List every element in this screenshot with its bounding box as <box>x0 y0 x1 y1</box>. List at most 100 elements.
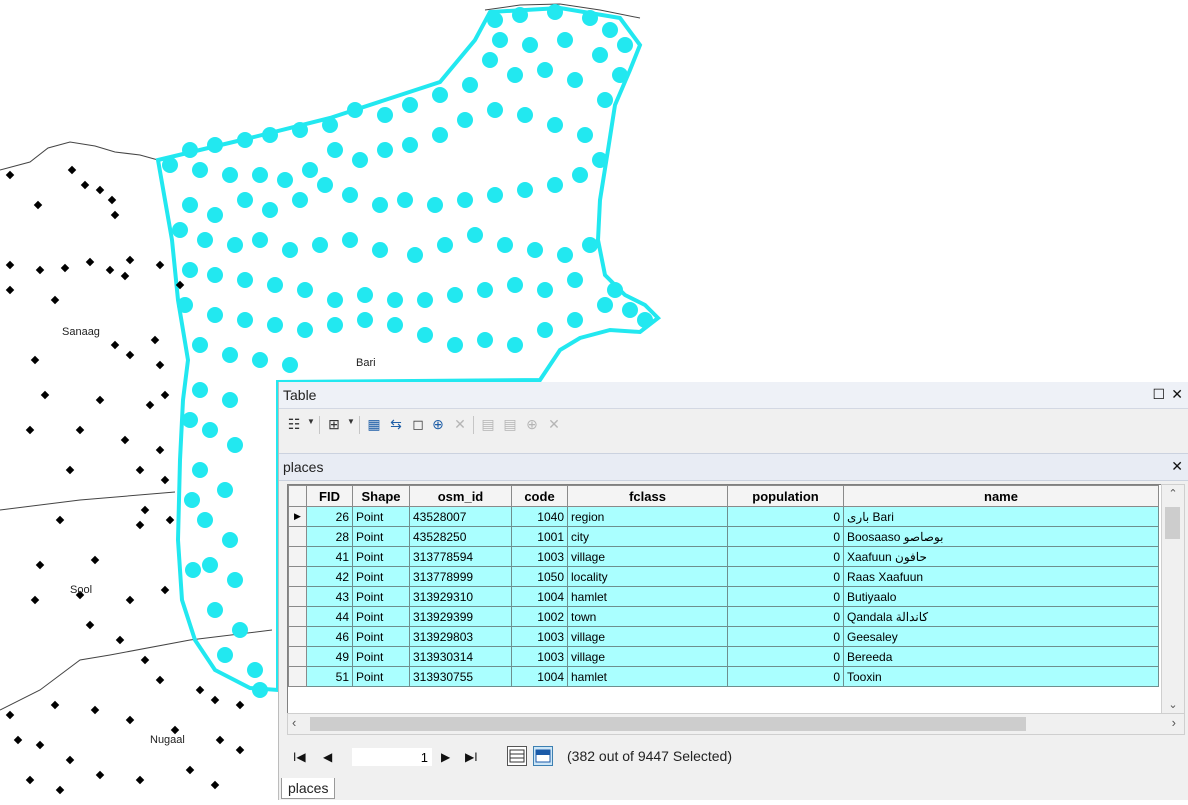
cell-fid[interactable]: 49 <box>306 646 353 667</box>
cell-population[interactable]: 0 <box>727 546 844 567</box>
selected-point[interactable] <box>397 192 413 208</box>
selected-point[interactable] <box>327 317 343 333</box>
place-point[interactable] <box>5 285 15 295</box>
table-titlebar[interactable]: Table ☐ ✕ <box>279 382 1188 409</box>
place-point[interactable] <box>30 355 40 365</box>
selected-point[interactable] <box>342 232 358 248</box>
clear-selection-icon[interactable]: ◻ <box>409 415 427 433</box>
selected-point[interactable] <box>512 7 528 23</box>
selected-point[interactable] <box>322 117 338 133</box>
selected-point[interactable] <box>292 192 308 208</box>
selected-point[interactable] <box>457 112 473 128</box>
close-icon[interactable]: ✕ <box>1171 386 1183 403</box>
selected-point[interactable] <box>477 332 493 348</box>
cell-shape[interactable]: Point <box>352 606 410 627</box>
cell-fclass[interactable]: village <box>567 626 728 647</box>
cell-code[interactable]: 1003 <box>511 646 568 667</box>
selected-point[interactable] <box>182 262 198 278</box>
cell-name[interactable]: Xaafuun حافون <box>843 546 1159 567</box>
selected-point[interactable] <box>237 192 253 208</box>
selected-point[interactable] <box>487 12 503 28</box>
place-point[interactable] <box>140 505 150 515</box>
place-point[interactable] <box>145 400 155 410</box>
table-row[interactable]: ▶ 26 Point 43528007 1040 region 0 بارى B… <box>288 506 1159 527</box>
place-point[interactable] <box>125 350 135 360</box>
selected-point[interactable] <box>327 142 343 158</box>
place-point[interactable] <box>110 210 120 220</box>
selected-point[interactable] <box>592 152 608 168</box>
cell-population[interactable]: 0 <box>727 506 844 527</box>
selected-point[interactable] <box>227 572 243 588</box>
column-header-name[interactable]: name <box>843 485 1159 507</box>
selected-point[interactable] <box>237 272 253 288</box>
cell-osm-id[interactable]: 43528007 <box>409 506 512 527</box>
chevron-right-icon[interactable]: › <box>1172 715 1176 730</box>
place-point[interactable] <box>60 263 70 273</box>
cell-shape[interactable]: Point <box>352 506 410 527</box>
row-selector[interactable] <box>288 646 307 667</box>
place-point[interactable] <box>65 755 75 765</box>
selected-point[interactable] <box>567 72 583 88</box>
place-point[interactable] <box>40 390 50 400</box>
row-selector[interactable] <box>288 566 307 587</box>
selected-point[interactable] <box>607 282 623 298</box>
cell-fid[interactable]: 28 <box>306 526 353 547</box>
selected-point[interactable] <box>507 277 523 293</box>
selected-point[interactable] <box>612 67 628 83</box>
selected-point[interactable] <box>527 242 543 258</box>
selected-point[interactable] <box>522 37 538 53</box>
selected-point[interactable] <box>572 167 588 183</box>
selected-point[interactable] <box>497 237 513 253</box>
place-point[interactable] <box>125 595 135 605</box>
selected-point[interactable] <box>182 412 198 428</box>
horizontal-scrollbar[interactable]: ‹ › <box>287 713 1185 735</box>
table-options-icon[interactable]: ☷ <box>285 415 303 433</box>
place-point[interactable] <box>155 260 165 270</box>
cell-population[interactable]: 0 <box>727 586 844 607</box>
selected-point[interactable] <box>207 307 223 323</box>
cell-name[interactable]: Bereeda <box>843 646 1159 667</box>
maximize-icon[interactable]: ☐ <box>1152 386 1165 403</box>
selected-point[interactable] <box>182 197 198 213</box>
selected-point[interactable] <box>567 312 583 328</box>
cell-osm-id[interactable]: 313778594 <box>409 546 512 567</box>
place-point[interactable] <box>33 200 43 210</box>
selected-point[interactable] <box>427 197 443 213</box>
chevron-up-icon[interactable]: ⌃ <box>1162 487 1184 500</box>
selected-point[interactable] <box>182 142 198 158</box>
cell-code[interactable]: 1003 <box>511 626 568 647</box>
place-point[interactable] <box>35 265 45 275</box>
place-point[interactable] <box>5 170 15 180</box>
vertical-scrollbar[interactable]: ⌃ ⌄ <box>1161 484 1185 714</box>
place-point[interactable] <box>160 585 170 595</box>
selected-point[interactable] <box>602 22 618 38</box>
cell-osm-id[interactable]: 313930314 <box>409 646 512 667</box>
selected-point[interactable] <box>185 562 201 578</box>
selected-point[interactable] <box>184 492 200 508</box>
selected-point[interactable] <box>437 237 453 253</box>
zoom-to-selected-icon[interactable]: ⊕ <box>429 415 447 433</box>
cell-osm-id[interactable]: 313929803 <box>409 626 512 647</box>
selected-point[interactable] <box>457 192 473 208</box>
selected-point[interactable] <box>347 102 363 118</box>
selected-point[interactable] <box>252 682 268 698</box>
selected-point[interactable] <box>387 317 403 333</box>
chevron-down-icon[interactable]: ▼ <box>307 417 315 426</box>
row-selector[interactable] <box>288 546 307 567</box>
selected-point[interactable] <box>577 127 593 143</box>
selected-point[interactable] <box>297 282 313 298</box>
selected-point[interactable] <box>432 127 448 143</box>
switch-selection-icon[interactable]: ⇆ <box>387 415 405 433</box>
selected-point[interactable] <box>262 127 278 143</box>
selected-point[interactable] <box>197 232 213 248</box>
cell-fid[interactable]: 43 <box>306 586 353 607</box>
selected-point[interactable] <box>557 32 573 48</box>
selected-point[interactable] <box>387 292 403 308</box>
selected-point[interactable] <box>357 312 373 328</box>
selected-point[interactable] <box>262 202 278 218</box>
place-point[interactable] <box>5 710 15 720</box>
place-point[interactable] <box>80 180 90 190</box>
place-point[interactable] <box>235 700 245 710</box>
table-row[interactable]: 49 Point 313930314 1003 village 0 Bereed… <box>288 646 1159 667</box>
cell-osm-id[interactable]: 43528250 <box>409 526 512 547</box>
